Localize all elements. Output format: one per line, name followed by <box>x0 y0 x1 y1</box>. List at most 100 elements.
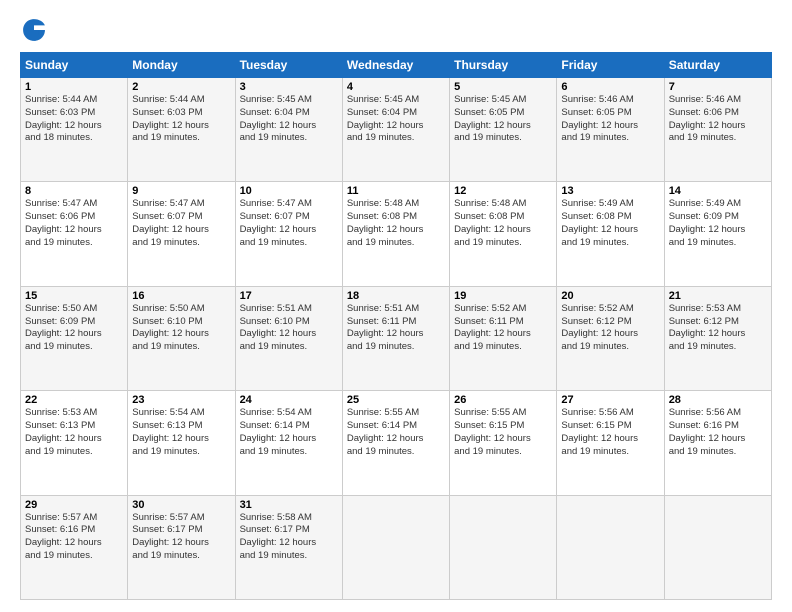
calendar-cell: 11 Sunrise: 5:48 AMSunset: 6:08 PMDaylig… <box>342 182 449 286</box>
calendar-table: SundayMondayTuesdayWednesdayThursdayFrid… <box>20 52 772 600</box>
day-number: 7 <box>669 81 767 93</box>
calendar-cell: 17 Sunrise: 5:51 AMSunset: 6:10 PMDaylig… <box>235 286 342 390</box>
calendar-cell: 9 Sunrise: 5:47 AMSunset: 6:07 PMDayligh… <box>128 182 235 286</box>
calendar-cell: 4 Sunrise: 5:45 AMSunset: 6:04 PMDayligh… <box>342 78 449 182</box>
day-number: 1 <box>25 81 123 93</box>
day-info: Sunrise: 5:45 AMSunset: 6:05 PMDaylight:… <box>454 94 552 145</box>
calendar-cell: 28 Sunrise: 5:56 AMSunset: 6:16 PMDaylig… <box>664 391 771 495</box>
day-number: 12 <box>454 185 552 197</box>
weekday-header: Sunday <box>21 53 128 78</box>
day-info: Sunrise: 5:49 AMSunset: 6:08 PMDaylight:… <box>561 198 659 249</box>
day-number: 29 <box>25 499 123 511</box>
day-info: Sunrise: 5:55 AMSunset: 6:15 PMDaylight:… <box>454 407 552 458</box>
day-number: 13 <box>561 185 659 197</box>
calendar-cell: 22 Sunrise: 5:53 AMSunset: 6:13 PMDaylig… <box>21 391 128 495</box>
day-info: Sunrise: 5:44 AMSunset: 6:03 PMDaylight:… <box>132 94 230 145</box>
day-info: Sunrise: 5:50 AMSunset: 6:09 PMDaylight:… <box>25 303 123 354</box>
day-info: Sunrise: 5:47 AMSunset: 6:07 PMDaylight:… <box>240 198 338 249</box>
day-number: 27 <box>561 394 659 406</box>
day-number: 10 <box>240 185 338 197</box>
day-info: Sunrise: 5:49 AMSunset: 6:09 PMDaylight:… <box>669 198 767 249</box>
day-number: 17 <box>240 290 338 302</box>
calendar-cell: 14 Sunrise: 5:49 AMSunset: 6:09 PMDaylig… <box>664 182 771 286</box>
day-info: Sunrise: 5:55 AMSunset: 6:14 PMDaylight:… <box>347 407 445 458</box>
weekday-header: Monday <box>128 53 235 78</box>
empty-cell <box>664 495 771 599</box>
calendar-cell: 15 Sunrise: 5:50 AMSunset: 6:09 PMDaylig… <box>21 286 128 390</box>
weekday-header: Friday <box>557 53 664 78</box>
day-number: 20 <box>561 290 659 302</box>
calendar-cell: 31 Sunrise: 5:58 AMSunset: 6:17 PMDaylig… <box>235 495 342 599</box>
calendar-cell: 16 Sunrise: 5:50 AMSunset: 6:10 PMDaylig… <box>128 286 235 390</box>
day-number: 3 <box>240 81 338 93</box>
calendar-cell: 7 Sunrise: 5:46 AMSunset: 6:06 PMDayligh… <box>664 78 771 182</box>
day-info: Sunrise: 5:57 AMSunset: 6:16 PMDaylight:… <box>25 512 123 563</box>
empty-cell <box>342 495 449 599</box>
day-number: 18 <box>347 290 445 302</box>
calendar-cell: 30 Sunrise: 5:57 AMSunset: 6:17 PMDaylig… <box>128 495 235 599</box>
day-info: Sunrise: 5:44 AMSunset: 6:03 PMDaylight:… <box>25 94 123 145</box>
day-number: 16 <box>132 290 230 302</box>
day-info: Sunrise: 5:53 AMSunset: 6:12 PMDaylight:… <box>669 303 767 354</box>
empty-cell <box>557 495 664 599</box>
weekday-header: Thursday <box>450 53 557 78</box>
calendar-cell: 27 Sunrise: 5:56 AMSunset: 6:15 PMDaylig… <box>557 391 664 495</box>
calendar-cell: 12 Sunrise: 5:48 AMSunset: 6:08 PMDaylig… <box>450 182 557 286</box>
day-number: 23 <box>132 394 230 406</box>
day-info: Sunrise: 5:48 AMSunset: 6:08 PMDaylight:… <box>454 198 552 249</box>
calendar-cell: 10 Sunrise: 5:47 AMSunset: 6:07 PMDaylig… <box>235 182 342 286</box>
calendar-cell: 2 Sunrise: 5:44 AMSunset: 6:03 PMDayligh… <box>128 78 235 182</box>
calendar-cell: 6 Sunrise: 5:46 AMSunset: 6:05 PMDayligh… <box>557 78 664 182</box>
day-info: Sunrise: 5:58 AMSunset: 6:17 PMDaylight:… <box>240 512 338 563</box>
weekday-header: Tuesday <box>235 53 342 78</box>
calendar-cell: 1 Sunrise: 5:44 AMSunset: 6:03 PMDayligh… <box>21 78 128 182</box>
weekday-header: Wednesday <box>342 53 449 78</box>
calendar-cell: 29 Sunrise: 5:57 AMSunset: 6:16 PMDaylig… <box>21 495 128 599</box>
day-info: Sunrise: 5:53 AMSunset: 6:13 PMDaylight:… <box>25 407 123 458</box>
day-info: Sunrise: 5:46 AMSunset: 6:05 PMDaylight:… <box>561 94 659 145</box>
calendar-cell: 26 Sunrise: 5:55 AMSunset: 6:15 PMDaylig… <box>450 391 557 495</box>
day-number: 6 <box>561 81 659 93</box>
day-number: 2 <box>132 81 230 93</box>
day-info: Sunrise: 5:54 AMSunset: 6:13 PMDaylight:… <box>132 407 230 458</box>
calendar-cell: 5 Sunrise: 5:45 AMSunset: 6:05 PMDayligh… <box>450 78 557 182</box>
day-number: 8 <box>25 185 123 197</box>
day-number: 19 <box>454 290 552 302</box>
day-info: Sunrise: 5:47 AMSunset: 6:07 PMDaylight:… <box>132 198 230 249</box>
day-info: Sunrise: 5:48 AMSunset: 6:08 PMDaylight:… <box>347 198 445 249</box>
calendar-cell: 19 Sunrise: 5:52 AMSunset: 6:11 PMDaylig… <box>450 286 557 390</box>
empty-cell <box>450 495 557 599</box>
day-number: 26 <box>454 394 552 406</box>
weekday-header: Saturday <box>664 53 771 78</box>
day-number: 11 <box>347 185 445 197</box>
calendar-cell: 21 Sunrise: 5:53 AMSunset: 6:12 PMDaylig… <box>664 286 771 390</box>
logo <box>20 16 52 44</box>
header <box>20 16 772 44</box>
day-number: 9 <box>132 185 230 197</box>
day-number: 31 <box>240 499 338 511</box>
page: SundayMondayTuesdayWednesdayThursdayFrid… <box>0 0 792 612</box>
calendar-cell: 20 Sunrise: 5:52 AMSunset: 6:12 PMDaylig… <box>557 286 664 390</box>
calendar-cell: 13 Sunrise: 5:49 AMSunset: 6:08 PMDaylig… <box>557 182 664 286</box>
day-info: Sunrise: 5:51 AMSunset: 6:10 PMDaylight:… <box>240 303 338 354</box>
calendar-cell: 24 Sunrise: 5:54 AMSunset: 6:14 PMDaylig… <box>235 391 342 495</box>
calendar-cell: 3 Sunrise: 5:45 AMSunset: 6:04 PMDayligh… <box>235 78 342 182</box>
calendar-cell: 18 Sunrise: 5:51 AMSunset: 6:11 PMDaylig… <box>342 286 449 390</box>
day-number: 4 <box>347 81 445 93</box>
day-info: Sunrise: 5:51 AMSunset: 6:11 PMDaylight:… <box>347 303 445 354</box>
day-number: 28 <box>669 394 767 406</box>
day-number: 15 <box>25 290 123 302</box>
day-info: Sunrise: 5:45 AMSunset: 6:04 PMDaylight:… <box>347 94 445 145</box>
calendar-cell: 23 Sunrise: 5:54 AMSunset: 6:13 PMDaylig… <box>128 391 235 495</box>
day-info: Sunrise: 5:56 AMSunset: 6:15 PMDaylight:… <box>561 407 659 458</box>
day-number: 25 <box>347 394 445 406</box>
logo-icon <box>20 16 48 44</box>
day-number: 30 <box>132 499 230 511</box>
day-info: Sunrise: 5:45 AMSunset: 6:04 PMDaylight:… <box>240 94 338 145</box>
day-info: Sunrise: 5:57 AMSunset: 6:17 PMDaylight:… <box>132 512 230 563</box>
day-number: 14 <box>669 185 767 197</box>
day-info: Sunrise: 5:47 AMSunset: 6:06 PMDaylight:… <box>25 198 123 249</box>
day-info: Sunrise: 5:52 AMSunset: 6:12 PMDaylight:… <box>561 303 659 354</box>
day-info: Sunrise: 5:52 AMSunset: 6:11 PMDaylight:… <box>454 303 552 354</box>
day-number: 21 <box>669 290 767 302</box>
